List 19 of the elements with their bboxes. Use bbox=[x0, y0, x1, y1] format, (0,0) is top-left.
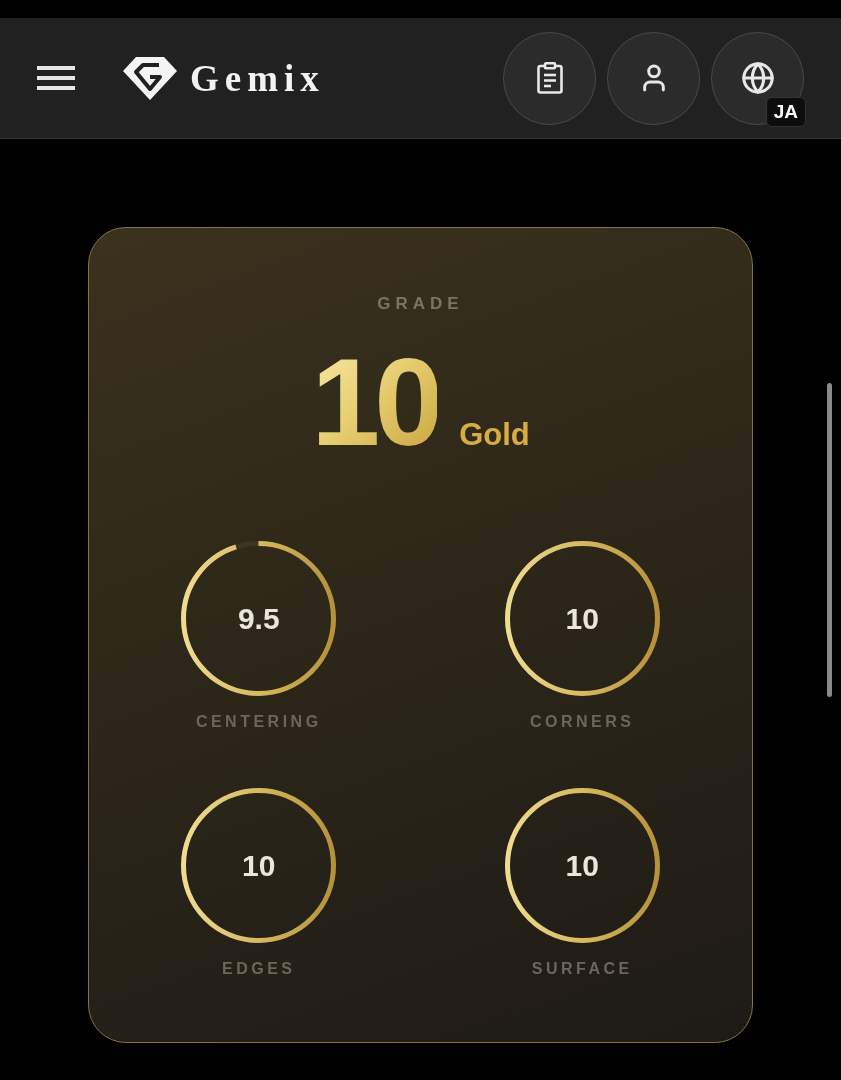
subgrade-label: CORNERS bbox=[530, 712, 635, 732]
tier-label: Gold bbox=[459, 419, 530, 450]
subgrade-score: 10 bbox=[242, 850, 276, 881]
clipboard-icon bbox=[536, 62, 563, 94]
language-badge: JA bbox=[765, 96, 806, 127]
scrollbar-thumb[interactable] bbox=[827, 383, 832, 697]
subgrade-score: 9.5 bbox=[237, 603, 280, 634]
subgrade-label: SURFACE bbox=[531, 959, 633, 979]
logo-icon bbox=[123, 56, 177, 100]
language-button[interactable]: JA bbox=[711, 31, 804, 125]
subgrade-score: 10 bbox=[565, 603, 599, 634]
subgrade-label: EDGES bbox=[222, 959, 296, 979]
subgrade-score: 10 bbox=[565, 850, 599, 881]
globe-icon bbox=[740, 61, 775, 95]
logo-text: Gemix bbox=[190, 59, 325, 97]
menu-icon bbox=[37, 66, 75, 90]
subgrade-label: CENTERING bbox=[195, 712, 322, 732]
grade-label: GRADE bbox=[377, 293, 464, 315]
menu-button[interactable] bbox=[37, 66, 75, 90]
